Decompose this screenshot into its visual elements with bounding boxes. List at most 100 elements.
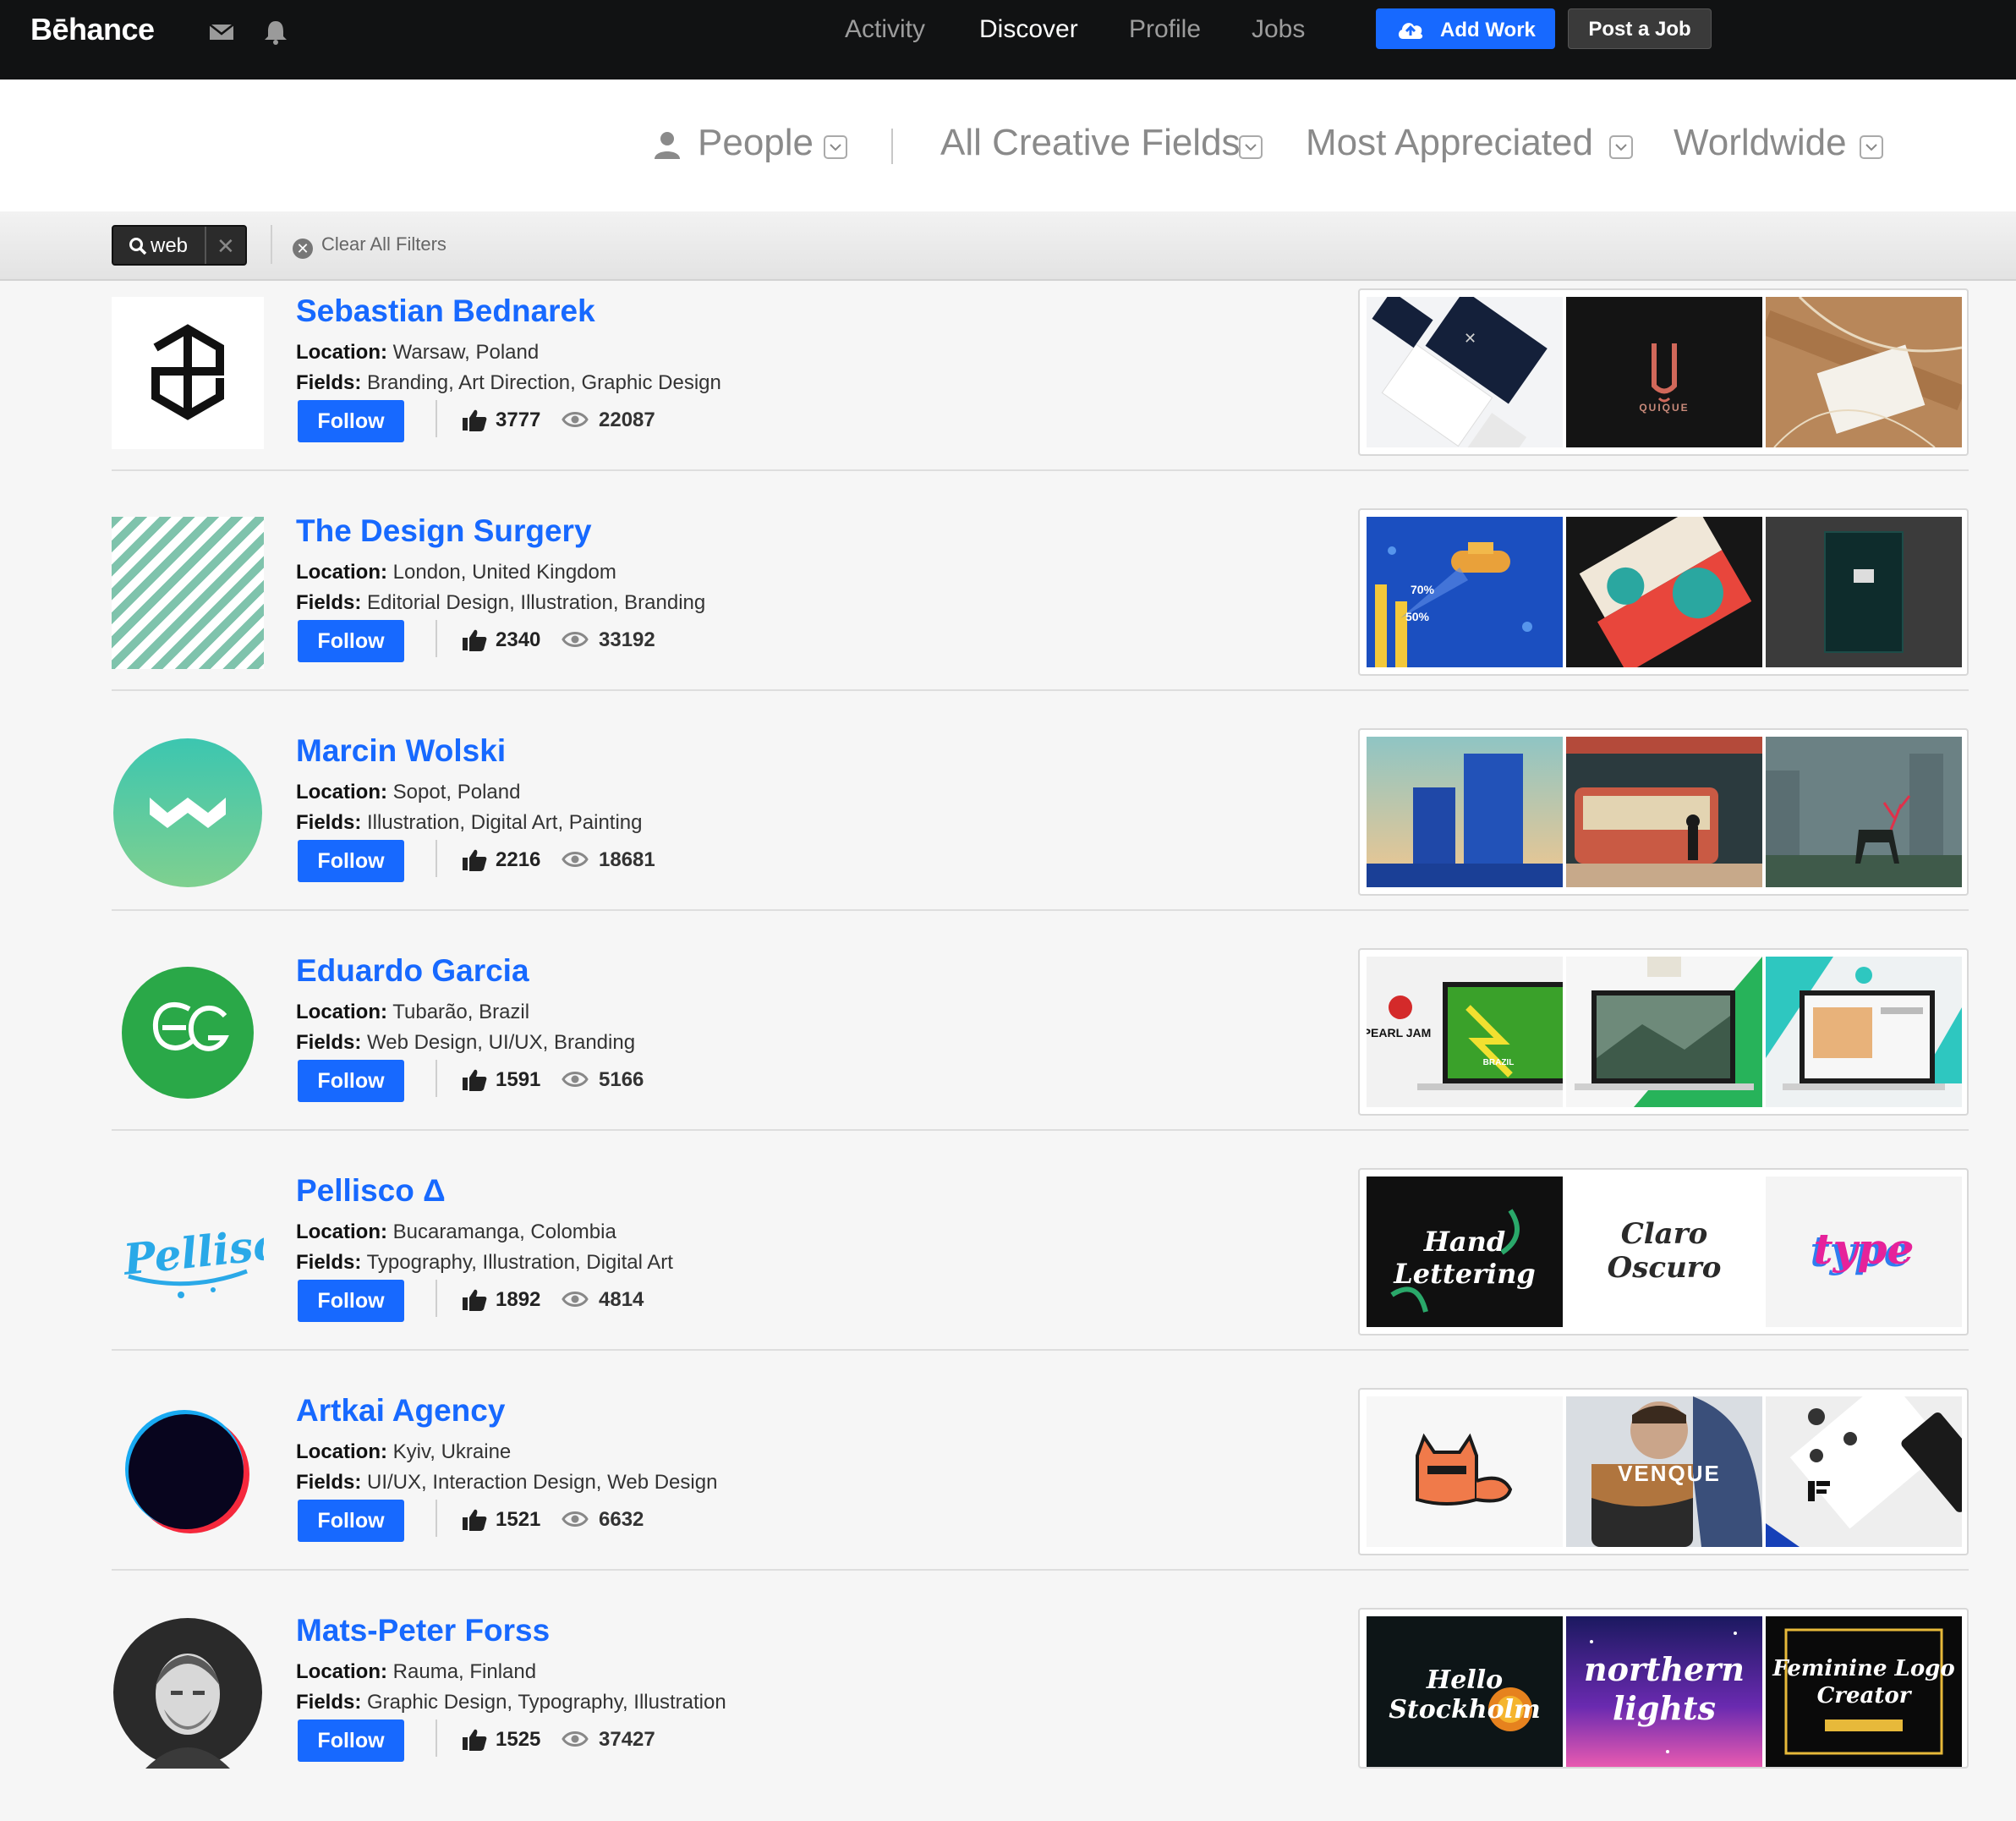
project-thumbnail[interactable]: PEARL JAM BRAZIL xyxy=(1367,957,1563,1107)
thumbnail-text: 50% xyxy=(1405,610,1430,623)
clear-all-filters-link[interactable]: ✕ Clear All Filters xyxy=(293,233,446,259)
filter-location[interactable]: Worldwide xyxy=(1674,122,1847,164)
result-row: Pellisco Pellisco Δ Location: Bucaramang… xyxy=(0,1161,2016,1381)
appreciation-count: 3777 xyxy=(496,409,541,431)
creator-name[interactable]: Marcin Wolski xyxy=(296,733,506,769)
project-thumbnail[interactable]: 70% 50% xyxy=(1367,517,1563,667)
filter-creative-fields[interactable]: All Creative Fields xyxy=(940,122,1241,164)
thumbnail-text: Feminine Logo Creator xyxy=(1772,1656,1955,1709)
filter-bar: People All Creative Fields Most Apprecia… xyxy=(0,80,2016,213)
avatar[interactable] xyxy=(112,737,264,889)
project-thumbnail[interactable]: Hello Stockholm xyxy=(1367,1616,1563,1767)
follow-button[interactable]: Follow xyxy=(298,840,404,882)
avatar[interactable] xyxy=(112,1616,264,1769)
follow-button[interactable]: Follow xyxy=(298,1060,404,1102)
project-thumbnail[interactable]: VENQUE xyxy=(1566,1396,1762,1547)
project-thumbnail[interactable] xyxy=(1766,517,1962,667)
chevron-down-icon[interactable] xyxy=(1860,135,1883,159)
mail-icon[interactable] xyxy=(206,17,237,47)
nav-jobs[interactable]: Jobs xyxy=(1252,15,1305,44)
appreciation-count: 2216 xyxy=(496,848,541,871)
thumbnail-text: BRAZIL xyxy=(1482,1058,1515,1067)
creator-location: Location: Sopot, Poland xyxy=(296,781,521,804)
result-row: Eduardo Garcia Location: Tubarão, Brazil… xyxy=(0,941,2016,1161)
chevron-down-icon[interactable] xyxy=(1609,135,1633,159)
creator-fields: Fields: UI/UX, Interaction Design, Web D… xyxy=(296,1471,718,1494)
follow-button[interactable]: Follow xyxy=(298,400,404,442)
nav-activity[interactable]: Activity xyxy=(845,15,925,44)
avatar[interactable] xyxy=(112,297,264,449)
appreciation-count: 1892 xyxy=(496,1288,541,1311)
creator-name[interactable]: Pellisco Δ xyxy=(296,1173,446,1209)
creator-location: Location: Tubarão, Brazil xyxy=(296,1001,530,1023)
creator-location: Location: Warsaw, Poland xyxy=(296,341,540,364)
project-thumbnail[interactable] xyxy=(1766,297,1962,447)
post-job-button[interactable]: Post a Job xyxy=(1568,8,1712,49)
appreciation-thumb-icon xyxy=(463,1509,487,1531)
chevron-down-icon[interactable] xyxy=(824,135,847,159)
creator-name[interactable]: Artkai Agency xyxy=(296,1393,505,1429)
project-thumbnail[interactable]: Feminine Logo Creator xyxy=(1766,1616,1962,1767)
avatar[interactable]: Pellisco xyxy=(112,1177,264,1329)
follow-button[interactable]: Follow xyxy=(298,620,404,662)
project-thumbnail[interactable]: ✕ xyxy=(1367,297,1563,447)
thumbnail-text: PEARL JAM xyxy=(1367,1026,1432,1039)
project-thumbnail[interactable] xyxy=(1566,957,1762,1107)
follow-button[interactable]: Follow xyxy=(298,1280,404,1322)
project-thumbnail[interactable]: Hand Lettering xyxy=(1367,1177,1563,1327)
creator-name[interactable]: The Design Surgery xyxy=(296,513,592,549)
project-thumbnail[interactable] xyxy=(1766,737,1962,887)
top-navigation: Bēhance Activity Discover Profile Jobs A… xyxy=(0,0,2016,80)
project-thumbnails xyxy=(1358,728,1969,896)
result-row: The Design Surgery Location: London, Uni… xyxy=(0,502,2016,721)
creator-name[interactable]: Eduardo Garcia xyxy=(296,953,529,989)
nav-discover[interactable]: Discover xyxy=(979,15,1078,44)
search-tag[interactable]: web ✕ xyxy=(112,225,247,266)
creator-location: Location: London, United Kingdom xyxy=(296,561,616,584)
clear-icon: ✕ xyxy=(293,239,313,259)
follow-button[interactable]: Follow xyxy=(298,1500,404,1542)
project-thumbnail[interactable]: type xyxy=(1766,1177,1962,1327)
filter-people[interactable]: People xyxy=(698,122,814,164)
avatar[interactable] xyxy=(112,957,264,1109)
add-work-button[interactable]: Add Work xyxy=(1376,8,1555,49)
project-thumbnail[interactable]: QUIQUE xyxy=(1566,297,1762,447)
appreciation-count: 2340 xyxy=(496,628,541,651)
cloud-upload-icon xyxy=(1398,23,1423,39)
creator-name[interactable]: Sebastian Bednarek xyxy=(296,293,595,329)
behance-logo[interactable]: Bēhance xyxy=(30,12,155,47)
appreciation-thumb-icon xyxy=(463,1289,487,1311)
filter-divider xyxy=(891,129,893,164)
creator-fields: Fields: Typography, Illustration, Digita… xyxy=(296,1251,673,1274)
nav-profile[interactable]: Profile xyxy=(1129,15,1201,44)
project-thumbnail[interactable] xyxy=(1766,1396,1962,1547)
project-thumbnail[interactable] xyxy=(1566,517,1762,667)
filter-sort[interactable]: Most Appreciated xyxy=(1306,122,1593,164)
creator-name[interactable]: Mats-Peter Forss xyxy=(296,1613,550,1648)
project-thumbnail[interactable] xyxy=(1566,737,1762,887)
project-thumbnail[interactable] xyxy=(1367,1396,1563,1547)
appreciation-count: 1525 xyxy=(496,1728,541,1751)
thumbnail-text: type xyxy=(1813,1224,1915,1274)
views-eye-icon xyxy=(562,412,589,427)
creator-location: Location: Bucaramanga, Colombia xyxy=(296,1220,616,1243)
chevron-down-icon[interactable] xyxy=(1239,135,1263,159)
follow-button[interactable]: Follow xyxy=(298,1720,404,1762)
remove-search-button[interactable]: ✕ xyxy=(216,233,235,260)
project-thumbnail[interactable]: Claro Oscuro xyxy=(1566,1177,1762,1327)
add-work-label: Add Work xyxy=(1440,19,1536,41)
project-thumbnails: 70% 50% xyxy=(1358,508,1969,676)
search-query: web xyxy=(151,234,189,257)
project-thumbnail[interactable]: northern lights xyxy=(1566,1616,1762,1767)
creator-location: Location: Kyiv, Ukraine xyxy=(296,1440,512,1463)
avatar[interactable] xyxy=(112,1396,264,1549)
notification-bell-icon[interactable] xyxy=(260,17,291,47)
person-icon xyxy=(655,132,680,159)
creator-fields: Fields: Editorial Design, Illustration, … xyxy=(296,591,706,614)
appreciation-thumb-icon xyxy=(463,1069,487,1091)
avatar[interactable] xyxy=(112,517,264,669)
project-thumbnail[interactable] xyxy=(1766,957,1962,1107)
project-thumbnail[interactable] xyxy=(1367,737,1563,887)
views-eye-icon xyxy=(562,1292,589,1307)
view-count: 6632 xyxy=(599,1508,644,1531)
